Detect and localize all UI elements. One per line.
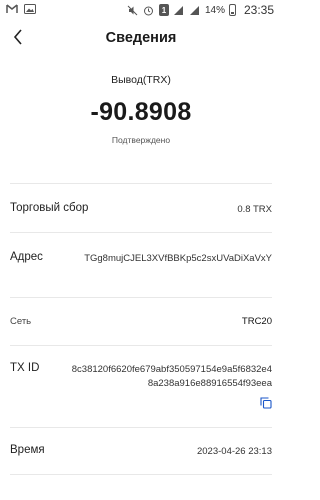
divider [10,232,272,233]
fee-label: Торговый сбор [10,202,89,214]
divider [10,297,272,298]
signal-icon [173,4,185,16]
txid-value[interactable]: 8c38120f6620fe679abf350597154e9a5f6832e4… [67,363,272,391]
gmail-icon [6,3,18,15]
time-value: 2023-04-26 23:13 [196,446,272,457]
status-bar-right: 1 14% 23:35 [127,3,274,17]
battery-icon [228,4,236,16]
sim-icon: 1 [158,4,169,16]
time-label: Время [10,444,45,456]
network-row: Сеть TRC20 [10,316,272,330]
transaction-type: Вывод(TRX) [111,74,171,86]
fee-row: Торговый сбор 0.8 TRX [10,202,272,218]
battery-percent: 14% [204,4,225,16]
address-row: Адрес TGg8mujCJEL3XVfBBKp5c2sxUVaDiXaVxY [10,251,272,283]
network-label: Сеть [10,316,32,327]
alarm-icon [143,4,155,16]
divider [10,345,272,346]
txid-row: TX ID 8c38120f6620fe679abf350597154e9a5f… [10,362,272,414]
picture-icon [24,3,36,15]
divider [10,474,272,475]
copy-icon[interactable] [260,396,272,409]
time-row: Время 2023-04-26 23:13 [10,444,272,460]
clock: 23:35 [243,3,274,17]
page-title: Сведения [105,30,177,46]
address-value[interactable]: TGg8mujCJEL3XVfBBKp5c2sxUVaDiXaVxY [67,252,272,266]
signal-icon-2 [189,4,201,16]
app-header: Сведения [0,22,282,56]
transaction-status: Подтверждено [111,135,171,145]
transaction-amount: -90.8908 [90,98,192,126]
status-bar-left [6,3,36,15]
fee-value: 0.8 TRX [237,204,272,215]
transaction-summary: Вывод(TRX) -90.8908 Подтверждено [0,74,282,145]
mute-icon [127,4,139,16]
divider [10,427,272,428]
txid-label: TX ID [10,362,40,374]
status-bar: 1 14% 23:35 [0,0,282,20]
address-label: Адрес [10,251,43,263]
network-value: TRC20 [241,316,272,327]
divider [10,183,272,184]
